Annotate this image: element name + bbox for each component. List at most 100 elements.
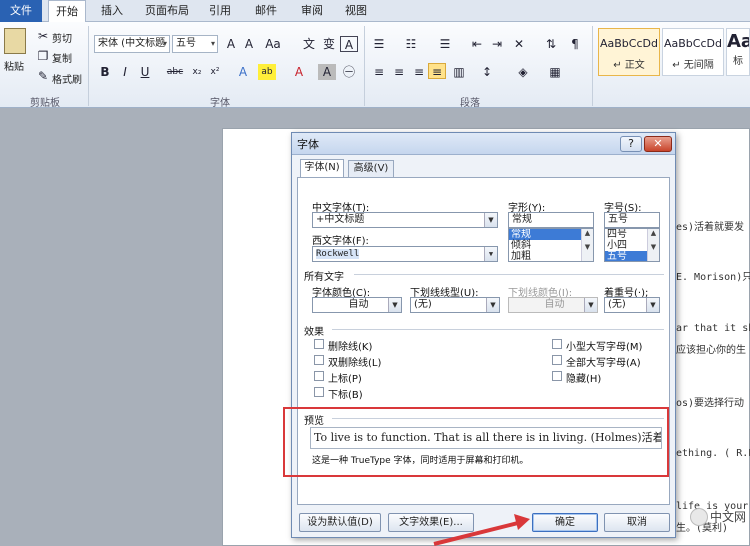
all-caps-label: 全部大写字母(A) (566, 358, 641, 369)
subscript-icon[interactable]: x₂ (188, 64, 206, 80)
close-button[interactable]: ✕ (644, 136, 672, 152)
font-name-combo[interactable]: 宋体 (中文标题 ▾ (94, 35, 170, 53)
tab-font[interactable]: 字体(N) (300, 159, 344, 178)
underline-style-combo[interactable]: (无) ▼ (410, 297, 500, 313)
set-default-button[interactable]: 设为默认值(D) (299, 513, 381, 532)
subscript-label: 下标(B) (328, 390, 363, 401)
cn-font-combo[interactable]: +中文标题 ▼ (312, 212, 498, 228)
double-strikethrough-label: 双删除线(L) (328, 358, 382, 369)
document-line: ar that it sh (676, 323, 750, 334)
scrollbar[interactable]: ▲ ▼ (647, 229, 659, 261)
italic-icon[interactable]: I (116, 64, 134, 80)
line-spacing-icon[interactable]: ↕ (478, 64, 496, 80)
justify-icon[interactable]: ≡ (428, 63, 446, 79)
font-color-combo[interactable]: 自动 ▼ (312, 297, 402, 313)
tab-review[interactable]: 审阅 (294, 0, 330, 22)
char-shading-icon[interactable]: A (318, 64, 336, 80)
style-input[interactable]: 常规 (508, 212, 594, 228)
size-list[interactable]: 四号 小四 五号 ▲ ▼ (604, 228, 660, 262)
dialog-titlebar (292, 133, 675, 155)
shading-icon[interactable]: ◈ (514, 64, 532, 80)
group-label-font: 字体 (210, 98, 230, 109)
cancel-button[interactable]: 取消 (604, 513, 670, 532)
enclose-char-icon[interactable]: ㊀ (340, 64, 358, 80)
all-text-heading: 所有文字 (304, 272, 344, 283)
phonetic-guide-icon[interactable]: 文 (300, 36, 318, 52)
file-tab[interactable]: 文件 (0, 0, 42, 22)
underline-color-combo[interactable]: 自动 ▼ (508, 297, 598, 313)
west-font-label: 西文字体(F): (312, 236, 369, 247)
all-caps-checkbox[interactable] (552, 355, 562, 365)
scrollbar[interactable]: ▲ ▼ (581, 229, 593, 261)
distributed-icon[interactable]: ▥ (450, 64, 468, 80)
preview-highlight-box (283, 407, 669, 477)
sort-icon[interactable]: ⇅ (542, 36, 560, 52)
show-marks-icon[interactable]: ¶ (566, 36, 584, 52)
group-label-paragraph: 段落 (460, 98, 480, 109)
grow-font-icon[interactable]: A (222, 36, 240, 52)
increase-indent-icon[interactable]: ⇥ (488, 36, 506, 52)
change-case-icon[interactable]: Aa (264, 36, 282, 52)
clear-format-icon[interactable]: 变 (320, 36, 338, 52)
style-heading[interactable]: Aa 标 (726, 28, 750, 76)
align-right-icon[interactable]: ≡ (410, 64, 428, 80)
tab-mailings[interactable]: 邮件 (248, 0, 284, 22)
text-effects-icon[interactable]: A (234, 64, 252, 80)
underline-icon[interactable]: U (136, 64, 154, 80)
document-line: 应该担心你的生 (676, 345, 746, 356)
document-line: E. Morison)只 (676, 272, 750, 283)
hidden-checkbox[interactable] (552, 371, 562, 381)
red-arrow-icon (433, 514, 530, 546)
superscript-icon[interactable]: x² (206, 64, 224, 80)
font-color-icon[interactable]: A (290, 64, 308, 80)
copy-button[interactable]: 复制 (52, 50, 72, 65)
align-center-icon[interactable]: ≡ (390, 64, 408, 80)
format-painter-icon[interactable]: ✎ (34, 68, 52, 84)
multilevel-list-icon[interactable]: ☰ (436, 36, 454, 52)
group-divider (88, 26, 89, 106)
scissors-icon[interactable]: ✂ (34, 28, 52, 44)
emphasis-combo[interactable]: (无) ▼ (604, 297, 660, 313)
format-painter-button[interactable]: 格式刷 (52, 71, 82, 86)
watermark-text: 中文网 (710, 510, 747, 524)
group-label-clipboard: 剪贴板 (30, 98, 60, 109)
char-border-icon[interactable]: A (340, 36, 358, 52)
numbering-icon[interactable]: ☷ (402, 36, 420, 52)
highlight-icon[interactable]: ab (258, 64, 276, 80)
superscript-label: 上标(P) (328, 374, 362, 385)
tab-insert[interactable]: 插入 (94, 0, 130, 22)
tab-home[interactable]: 开始 (48, 0, 86, 23)
paste-button[interactable]: 粘贴 (4, 58, 24, 73)
style-normal[interactable]: AaBbCcDd ↵ 正文 (598, 28, 660, 76)
size-input[interactable]: 五号 (604, 212, 660, 228)
tab-view[interactable]: 视图 (338, 0, 374, 22)
chinese-layout-icon[interactable]: ✕ (510, 36, 528, 52)
bold-icon[interactable]: B (96, 64, 114, 80)
double-strikethrough-checkbox[interactable] (314, 355, 324, 365)
align-left-icon[interactable]: ≡ (370, 64, 388, 80)
help-button[interactable]: ? (620, 136, 642, 152)
strikethrough-icon[interactable]: abc (166, 64, 184, 80)
subscript-checkbox[interactable] (314, 387, 324, 397)
cut-button[interactable]: 剪切 (52, 30, 72, 45)
west-font-combo[interactable]: Rockwell ▼ (312, 246, 498, 262)
borders-icon[interactable]: ▦ (546, 64, 564, 80)
style-no-spacing[interactable]: AaBbCcDd ↵ 无间隔 (662, 28, 724, 76)
strikethrough-checkbox[interactable] (314, 339, 324, 349)
tab-references[interactable]: 引用 (202, 0, 238, 22)
bullets-icon[interactable]: ☰ (370, 36, 388, 52)
superscript-checkbox[interactable] (314, 371, 324, 381)
small-caps-label: 小型大写字母(M) (566, 342, 643, 353)
divider (354, 274, 664, 275)
shrink-font-icon[interactable]: A (240, 36, 258, 52)
decrease-indent-icon[interactable]: ⇤ (468, 36, 486, 52)
style-list[interactable]: 常规 倾斜 加粗 ▲ ▼ (508, 228, 594, 262)
small-caps-checkbox[interactable] (552, 339, 562, 349)
tab-page-layout[interactable]: 页面布局 (140, 0, 194, 22)
strikethrough-label: 删除线(K) (328, 342, 373, 353)
paste-icon[interactable] (4, 28, 26, 54)
font-size-combo[interactable]: 五号 ▾ (172, 35, 218, 53)
tab-advanced[interactable]: 高级(V) (348, 160, 394, 178)
copy-icon[interactable]: ❐ (34, 48, 52, 64)
group-divider (592, 26, 593, 106)
